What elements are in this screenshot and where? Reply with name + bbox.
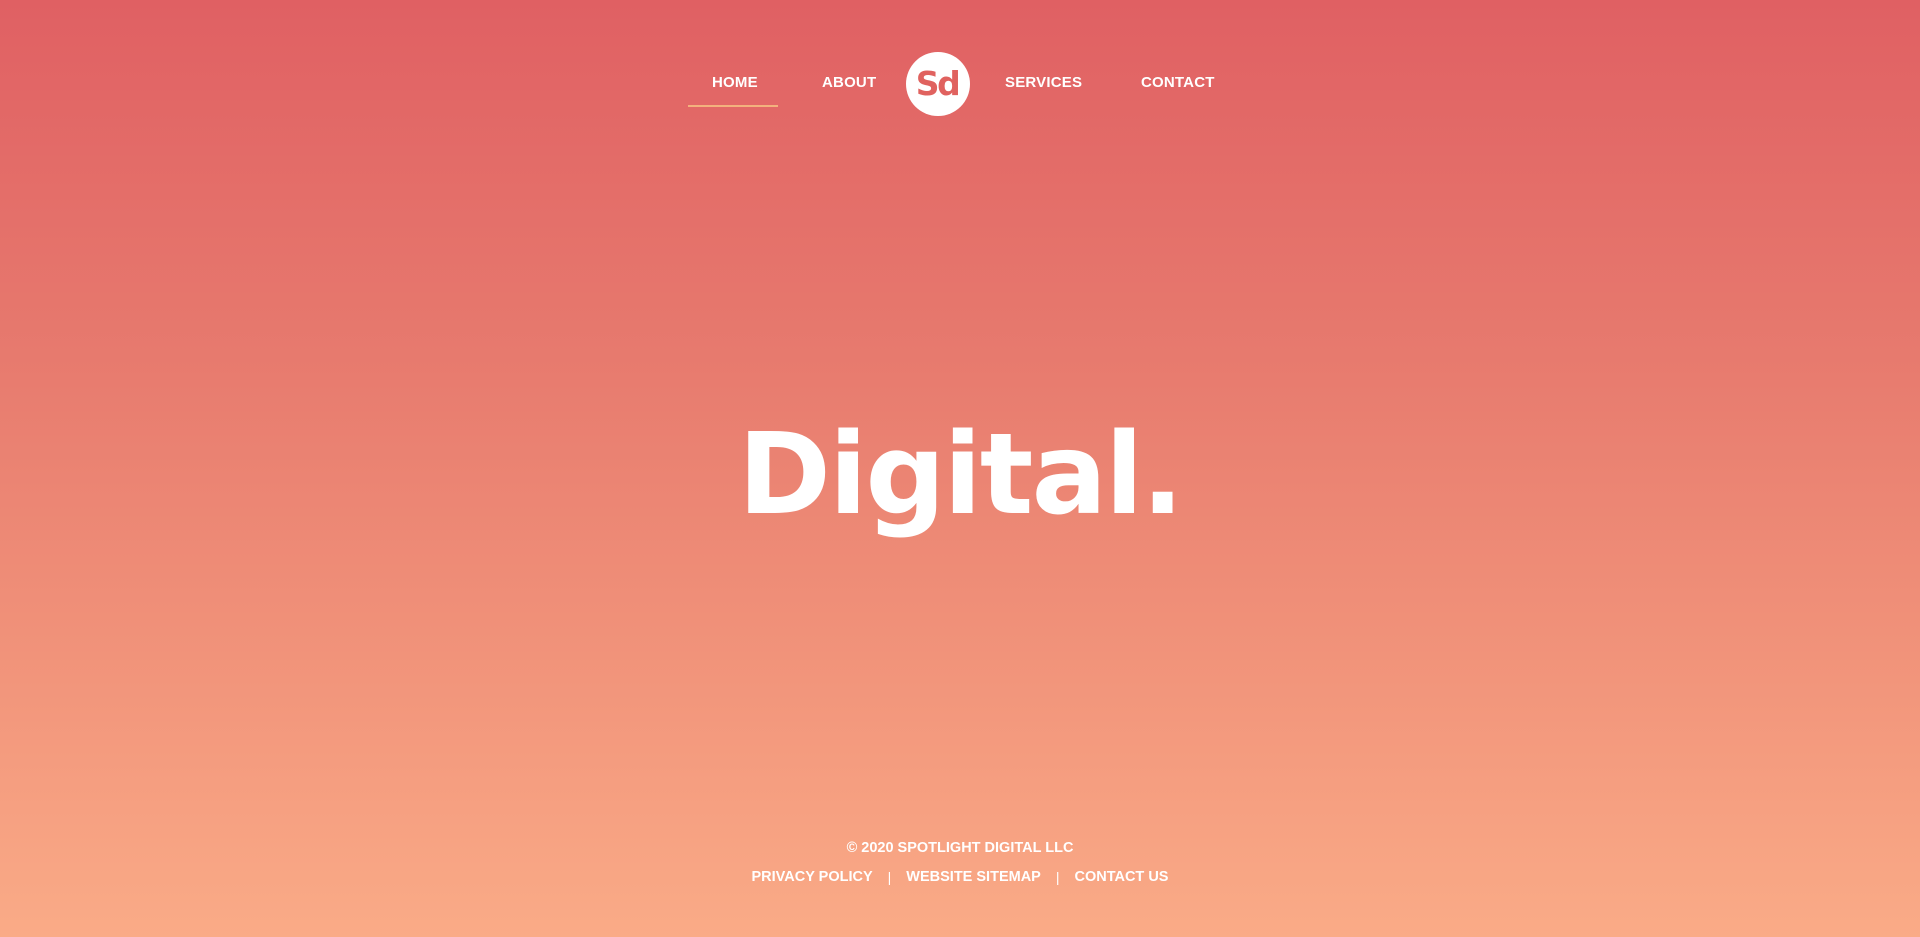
nav-link-home[interactable]: HOME: [712, 74, 758, 91]
footer-separator: |: [887, 869, 892, 885]
sd-logo[interactable]: Sd: [906, 52, 970, 116]
footer-link-website-sitemap[interactable]: WEBSITE SITEMAP: [906, 869, 1041, 885]
hero-title: Digital.: [738, 410, 1184, 540]
nav-link-contact[interactable]: CONTACT: [1141, 74, 1215, 91]
footer-separator: |: [1055, 869, 1060, 885]
footer-copyright: © 2020 SPOTLIGHT DIGITAL LLC: [846, 840, 1074, 856]
nav-link-about[interactable]: ABOUT: [822, 74, 876, 91]
main-navigation: HOME ABOUT Sd SERVICES CONTACT: [0, 0, 1920, 170]
footer-links: PRIVACY POLICY | WEBSITE SITEMAP | CONTA…: [0, 869, 1920, 885]
footer-link-privacy-policy[interactable]: PRIVACY POLICY: [752, 869, 873, 885]
nav-link-services[interactable]: SERVICES: [1005, 74, 1082, 91]
footer-link-contact-us[interactable]: CONTACT US: [1074, 869, 1168, 885]
active-nav-underline: [688, 105, 778, 107]
logo-monogram: Sd: [915, 63, 961, 103]
